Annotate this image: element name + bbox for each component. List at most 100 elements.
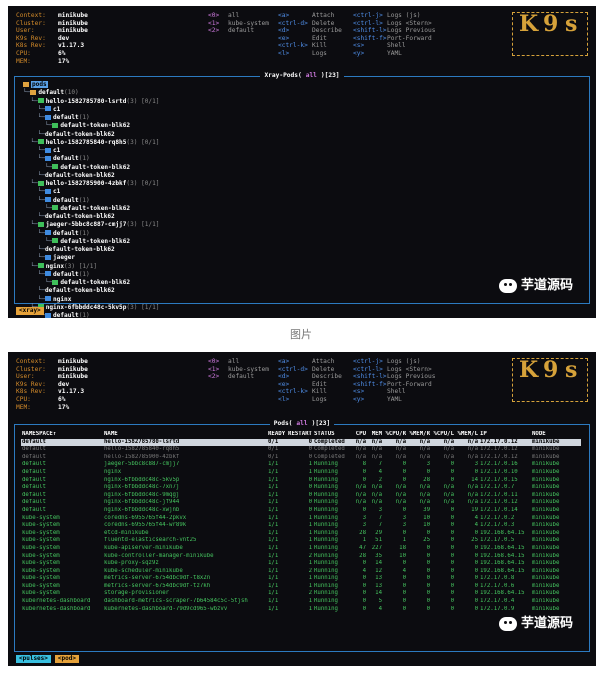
table-row[interactable]: default nginx-6fbbddc48c-5kv5p 1/1 0 Running… xyxy=(21,477,581,485)
tree-node[interactable]: └─default-token-blk62 xyxy=(23,131,159,139)
tree-node[interactable]: └─default-token-blk62 xyxy=(23,122,159,130)
table-row[interactable]: kube-system fluentd-elasticsearch-vnt25 1/… xyxy=(21,537,581,545)
table-row[interactable]: kubernetes-dashboard dashboard-metrics-sc… xyxy=(21,598,581,606)
column-header[interactable]: %MEM/L xyxy=(455,431,479,439)
column-header[interactable]: CPU xyxy=(351,431,367,439)
xray-tree[interactable]: pods └─ default(10) └─ hello-1582785780-lsr… xyxy=(23,81,159,318)
tree-node[interactable]: └─ default(1) xyxy=(23,271,159,279)
namespace-shortcut[interactable]: <1> kube-system xyxy=(208,366,269,374)
action-shortcut[interactable]: <e> Edit xyxy=(278,35,342,43)
tree-node[interactable]: └─ default(10) xyxy=(23,89,159,97)
namespace-shortcut[interactable]: <0> all xyxy=(208,12,269,20)
tree-node[interactable]: pods xyxy=(23,81,159,89)
column-header[interactable]: NODE xyxy=(531,431,581,439)
crumb-item[interactable]: <pulses> xyxy=(16,655,51,663)
tree-node[interactable]: └─default-token-blk62 xyxy=(23,279,159,287)
action-shortcut[interactable]: <ctrl-j> Logs (js) xyxy=(353,12,435,20)
action-shortcut[interactable]: <shift-f>Port-Forward xyxy=(353,381,435,389)
table-row[interactable]: kube-system kube-proxy-sqz9z 1/1 1 Running 0 1… xyxy=(21,560,581,568)
tree-node[interactable]: └─ jaeger-5bbc8c887-cmjj7(3) [1/1] xyxy=(23,221,159,229)
column-header[interactable]: NAMESPACE↑ xyxy=(21,431,103,439)
column-header[interactable]: STATUS xyxy=(313,431,351,439)
table-row[interactable]: kube-system storage-provisioner 1/1 2 Runnin… xyxy=(21,590,581,598)
column-header[interactable]: IP xyxy=(479,431,531,439)
table-row[interactable]: default hello-1582785780-lsrtd 0/1 0 Complet… xyxy=(21,438,581,447)
table-row[interactable]: default jaeger-5bbc8c887-cmjj7 1/1 1 Running… xyxy=(21,461,581,469)
action-shortcut[interactable]: <shift-l>Logs Previous xyxy=(353,27,435,35)
table-row[interactable]: default nginx-6fbbddc48c-jf944 1/1 0 Running… xyxy=(21,499,581,507)
tree-node[interactable]: └─ default(1) xyxy=(23,155,159,163)
table-row[interactable]: default hello-1582785840-rq8h5 0/1 0 Complet… xyxy=(21,446,581,454)
action-shortcut[interactable]: <d> Describe xyxy=(278,27,342,35)
table-row[interactable]: kube-system metrics-server-6754dbc9df-tz7… xyxy=(21,583,581,591)
xray-frame[interactable]: Xray-Pods(all)[23] pods └─ default(10) └─ h… xyxy=(14,72,590,318)
namespace-shortcut[interactable]: <2> default xyxy=(208,27,269,35)
table-row[interactable]: default nginx 1/1 1 Running 0 4 0 0 0 0 172.17.0.10… xyxy=(21,469,581,477)
tree-node[interactable]: └─default-token-blk62 xyxy=(23,172,159,180)
tree-node[interactable]: └─default-token-blk62 xyxy=(23,164,159,172)
table-row[interactable]: kube-system kube-scheduler-minikube 1/1 2 Ru… xyxy=(21,568,581,576)
action-shortcut[interactable]: <l> Logs xyxy=(278,396,342,404)
action-shortcut[interactable]: <a> Attach xyxy=(278,358,342,366)
pods-table[interactable]: NAMESPACE↑ NAME READY RESTART STATUS CPU MEM %C… xyxy=(21,431,581,613)
table-row[interactable]: default nginx-6fbbddc48c-7xn7j 1/1 0 Running… xyxy=(21,484,581,492)
tree-node[interactable]: └─ hello-1582785840-rq8h5(3) [0/1] xyxy=(23,139,159,147)
tree-node[interactable]: └─ default(1) xyxy=(23,230,159,238)
crumb-item[interactable]: <pod> xyxy=(54,655,79,663)
action-shortcut[interactable]: <ctrl-d> Delete xyxy=(278,20,342,28)
tree-node[interactable]: └─default-token-blk62 xyxy=(23,287,159,295)
table-row[interactable]: kube-system kube-controller-manager-minik… xyxy=(21,553,581,561)
tree-node[interactable]: └─ default(1) xyxy=(23,197,159,205)
action-shortcut[interactable]: <s> Shell xyxy=(353,388,435,396)
tree-node[interactable]: └─default-token-blk62 xyxy=(23,213,159,221)
action-shortcut[interactable]: <ctrl-k> Kill xyxy=(278,42,342,50)
tree-node[interactable]: └─ jaeger xyxy=(23,254,159,262)
action-shortcut[interactable]: <ctrl-l> Logs <Stern> xyxy=(353,366,435,374)
action-shortcut[interactable]: <a> Attach xyxy=(278,12,342,20)
table-row[interactable]: kube-system kube-apiserver-minikube 1/1 1 Ru… xyxy=(21,545,581,553)
table-row[interactable]: kubernetes-dashboard kubernetes-dashboard… xyxy=(21,606,581,614)
tree-node[interactable]: └─default-token-blk62 xyxy=(23,205,159,213)
action-shortcut[interactable]: <s> Shell xyxy=(353,42,435,50)
crumb-xray[interactable]: <xray> xyxy=(16,307,44,315)
action-shortcut[interactable]: <ctrl-j> Logs (js) xyxy=(353,358,435,366)
action-shortcut[interactable]: <y> YAML xyxy=(353,396,435,404)
action-shortcut[interactable]: <ctrl-d> Delete xyxy=(278,366,342,374)
column-header[interactable]: NAME xyxy=(103,431,267,439)
tree-node[interactable]: └─default-token-blk62 xyxy=(23,238,159,246)
namespace-shortcut[interactable]: <0> all xyxy=(208,358,269,366)
action-shortcut[interactable]: <l> Logs xyxy=(278,50,342,58)
tree-node[interactable]: └─ default(1) xyxy=(23,114,159,122)
column-header[interactable]: %CPU/R xyxy=(383,431,407,439)
table-row[interactable]: default nginx-6fbbddc48c-9mqgj 1/1 0 Running… xyxy=(21,492,581,500)
action-shortcut[interactable]: <e> Edit xyxy=(278,381,342,389)
tree-node[interactable]: └─ c1 xyxy=(23,188,159,196)
action-shortcut[interactable]: <y> YAML xyxy=(353,50,435,58)
table-row[interactable]: default hello-1582785900-4zbkf 0/1 0 Complet… xyxy=(21,454,581,462)
tree-node[interactable]: └─ hello-1582785780-lsrtd(3) [0/1] xyxy=(23,98,159,106)
namespace-shortcut[interactable]: <2> default xyxy=(208,373,269,381)
action-shortcut[interactable]: <d> Describe xyxy=(278,373,342,381)
action-shortcut[interactable]: <shift-f>Port-Forward xyxy=(353,35,435,43)
column-header[interactable]: READY xyxy=(267,431,287,439)
column-header[interactable]: %CPU/L xyxy=(431,431,455,439)
action-shortcut[interactable]: <ctrl-l> Logs <Stern> xyxy=(353,20,435,28)
tree-node[interactable]: └─ nginx xyxy=(23,296,159,304)
table-row[interactable]: kube-system etcd-minikube 1/1 1 Running 28 29 0… xyxy=(21,530,581,538)
table-row[interactable]: default nginx-6fbbddc48c-xwjnb 1/1 0 Running… xyxy=(21,507,581,515)
action-shortcut[interactable]: <shift-l>Logs Previous xyxy=(353,373,435,381)
column-header[interactable]: %MEM/R xyxy=(407,431,431,439)
namespace-shortcut[interactable]: <1> kube-system xyxy=(208,20,269,28)
tree-node[interactable]: └─ c1 xyxy=(23,147,159,155)
column-header[interactable]: RESTART xyxy=(287,431,313,439)
table-body[interactable]: default hello-1582785780-lsrtd 0/1 0 Complet… xyxy=(21,438,581,614)
table-row[interactable]: kube-system coredns-6955765f44-2pkvx 1/1 1 R… xyxy=(21,515,581,523)
tree-node[interactable]: └─ c1 xyxy=(23,106,159,114)
tree-node[interactable]: └─ nginx(3) [1/1] xyxy=(23,263,159,271)
tree-node[interactable]: └─ hello-1582785900-4zbkf(3) [0/1] xyxy=(23,180,159,188)
tree-node[interactable]: └─default-token-blk62 xyxy=(23,246,159,254)
table-row[interactable]: kube-system coredns-6955765f44-wr89k 1/1 1 R… xyxy=(21,522,581,530)
action-shortcut[interactable]: <ctrl-k> Kill xyxy=(278,388,342,396)
column-header[interactable]: MEM xyxy=(367,431,383,439)
table-row[interactable]: kube-system metrics-server-6754dbc9df-t8x… xyxy=(21,575,581,583)
